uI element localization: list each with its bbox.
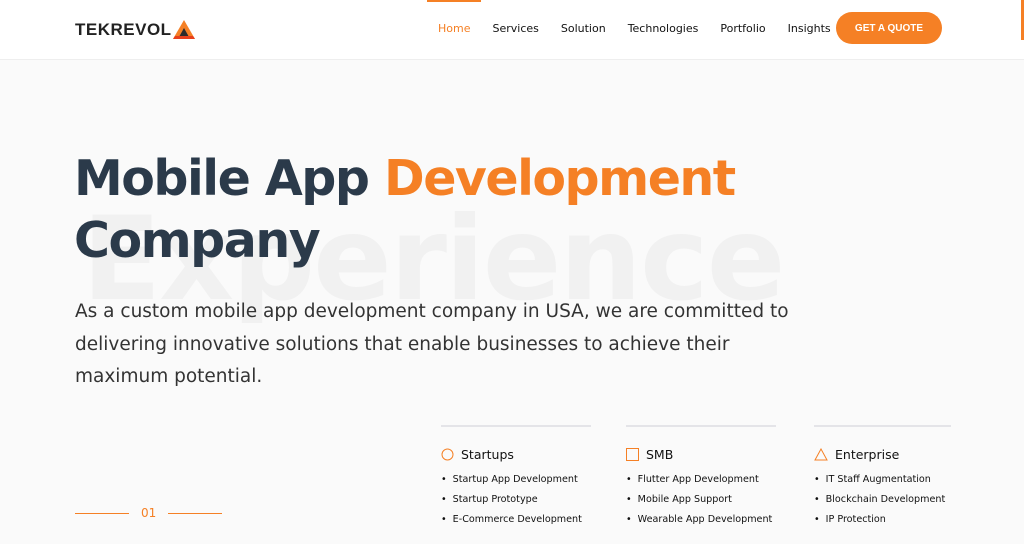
list-item[interactable]: IP Protection xyxy=(814,510,951,530)
list-item[interactable]: Startup Prototype xyxy=(441,490,591,510)
logo-text: TEKREVOL xyxy=(75,20,172,39)
logo[interactable]: TEKREVOL xyxy=(75,20,195,40)
square-icon xyxy=(626,448,639,461)
slider-control: 01 xyxy=(75,506,223,520)
divider xyxy=(441,425,591,427)
main-nav: Home Services Solution Technologies Port… xyxy=(427,0,842,60)
divider xyxy=(814,425,951,427)
site-header: TEKREVOL Home Services Solution Technolo… xyxy=(0,0,1024,60)
column-title: SMB xyxy=(646,447,674,462)
title-part2: Company xyxy=(74,212,321,269)
column-heading: Startups xyxy=(441,447,591,462)
logo-triangle-icon xyxy=(172,20,195,39)
nav-portfolio[interactable]: Portfolio xyxy=(709,0,776,60)
title-part1: Mobile App xyxy=(74,150,385,207)
next-arrow-icon[interactable] xyxy=(168,512,223,514)
nav-solution[interactable]: Solution xyxy=(550,0,617,60)
list-item[interactable]: Wearable App Development xyxy=(626,510,776,530)
hero-description: As a custom mobile app development compa… xyxy=(75,301,789,387)
column-heading: SMB xyxy=(626,447,776,462)
title-highlight: Development xyxy=(384,150,736,207)
list-item[interactable]: E-Commerce Development xyxy=(441,510,591,530)
slide-index: 01 xyxy=(141,506,157,520)
column-title: Enterprise xyxy=(835,447,900,462)
nav-services[interactable]: Services xyxy=(481,0,549,60)
nav-technologies[interactable]: Technologies xyxy=(617,0,710,60)
prev-arrow-icon[interactable] xyxy=(75,512,129,514)
list-item[interactable]: Startup App Development xyxy=(441,470,591,490)
nav-insights[interactable]: Insights xyxy=(777,0,842,60)
page-title: Mobile App Development Company xyxy=(74,148,774,272)
list-item[interactable]: Flutter App Development xyxy=(626,470,776,490)
column-startups: Startups Startup App DevelopmentStartup … xyxy=(441,425,591,530)
divider xyxy=(626,425,776,427)
list-item[interactable]: Mobile App Support xyxy=(626,490,776,510)
column-enterprise: Enterprise IT Staff AugmentationBlockcha… xyxy=(814,425,951,530)
list-item[interactable]: IT Staff Augmentation xyxy=(814,470,951,490)
nav-home[interactable]: Home xyxy=(427,0,482,60)
list-item[interactable]: Blockchain Development xyxy=(814,490,951,510)
column-title: Startups xyxy=(461,447,514,462)
triangle-icon xyxy=(814,448,828,461)
circle-icon xyxy=(441,448,454,461)
column-heading: Enterprise xyxy=(814,447,951,462)
get-a-quote-button[interactable]: GET A QUOTE xyxy=(836,12,942,44)
column-smb: SMB Flutter App DevelopmentMobile App Su… xyxy=(626,425,776,530)
